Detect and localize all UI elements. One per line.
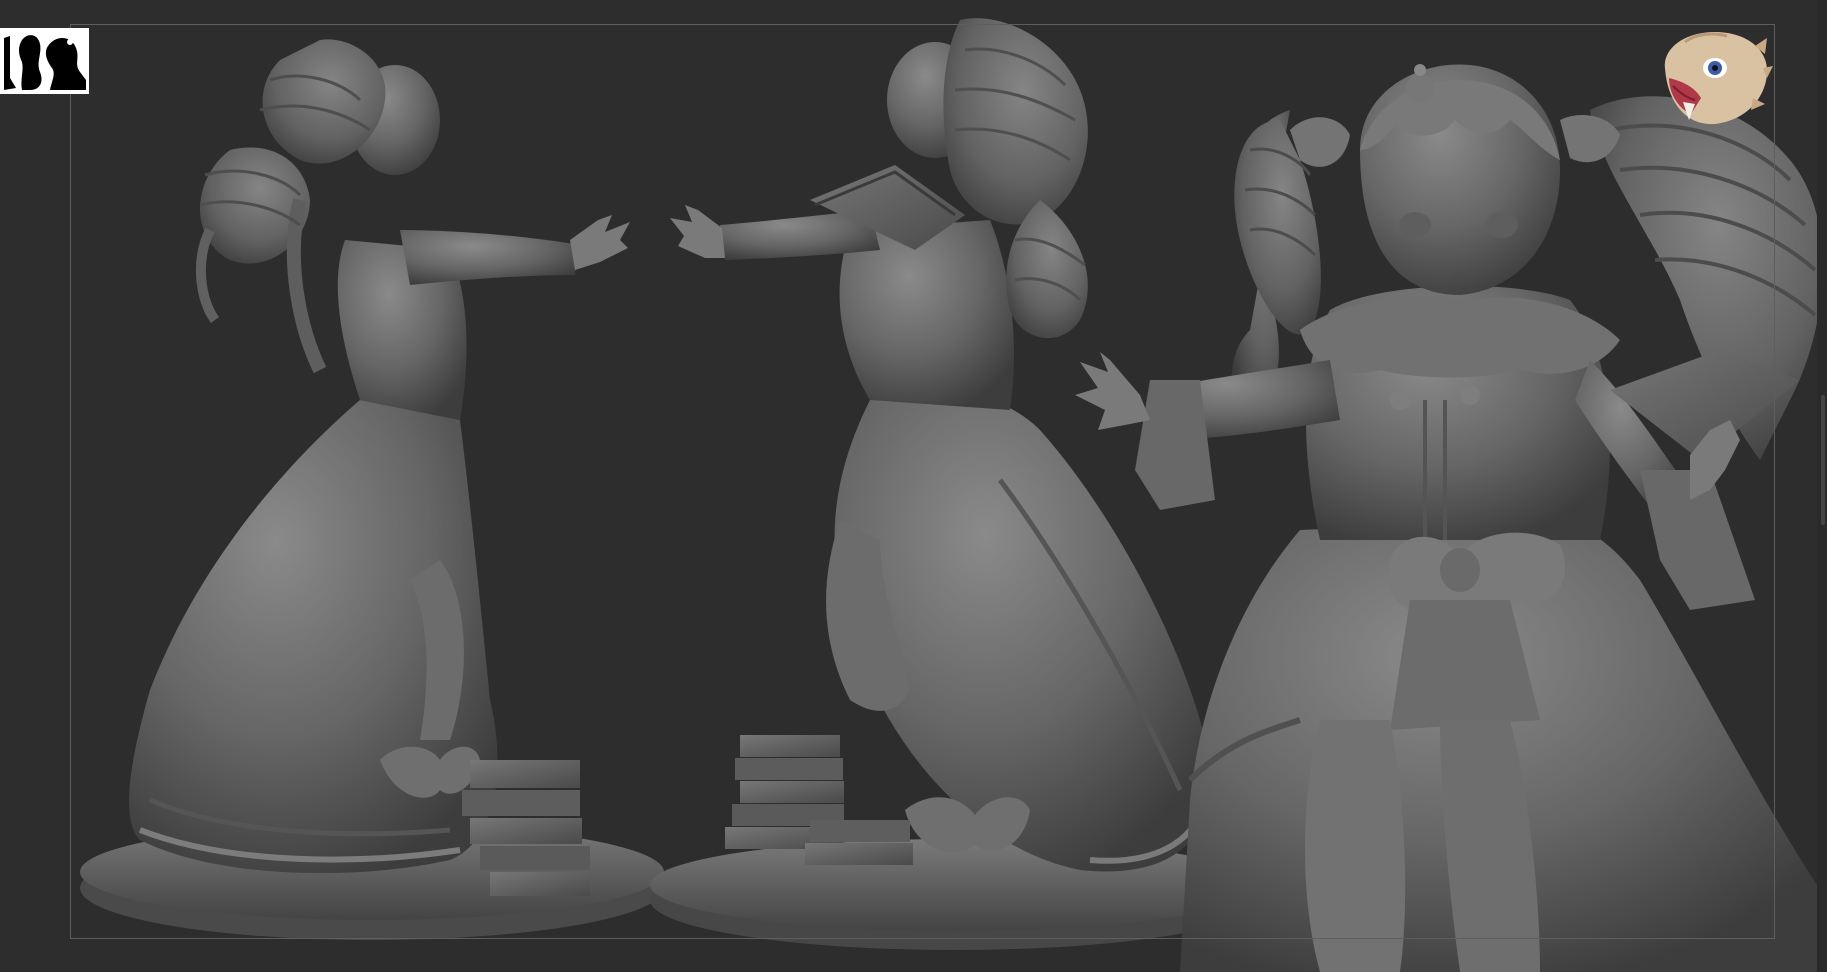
silhouette-thumbnail-icon[interactable] [0, 28, 89, 94]
mascot-avatar-icon[interactable] [1655, 28, 1775, 130]
3d-viewport[interactable] [0, 0, 1827, 972]
scrollbar-thumb[interactable] [1821, 395, 1825, 525]
viewport-scrollbar[interactable] [1817, 0, 1827, 972]
document-frame [70, 24, 1775, 939]
